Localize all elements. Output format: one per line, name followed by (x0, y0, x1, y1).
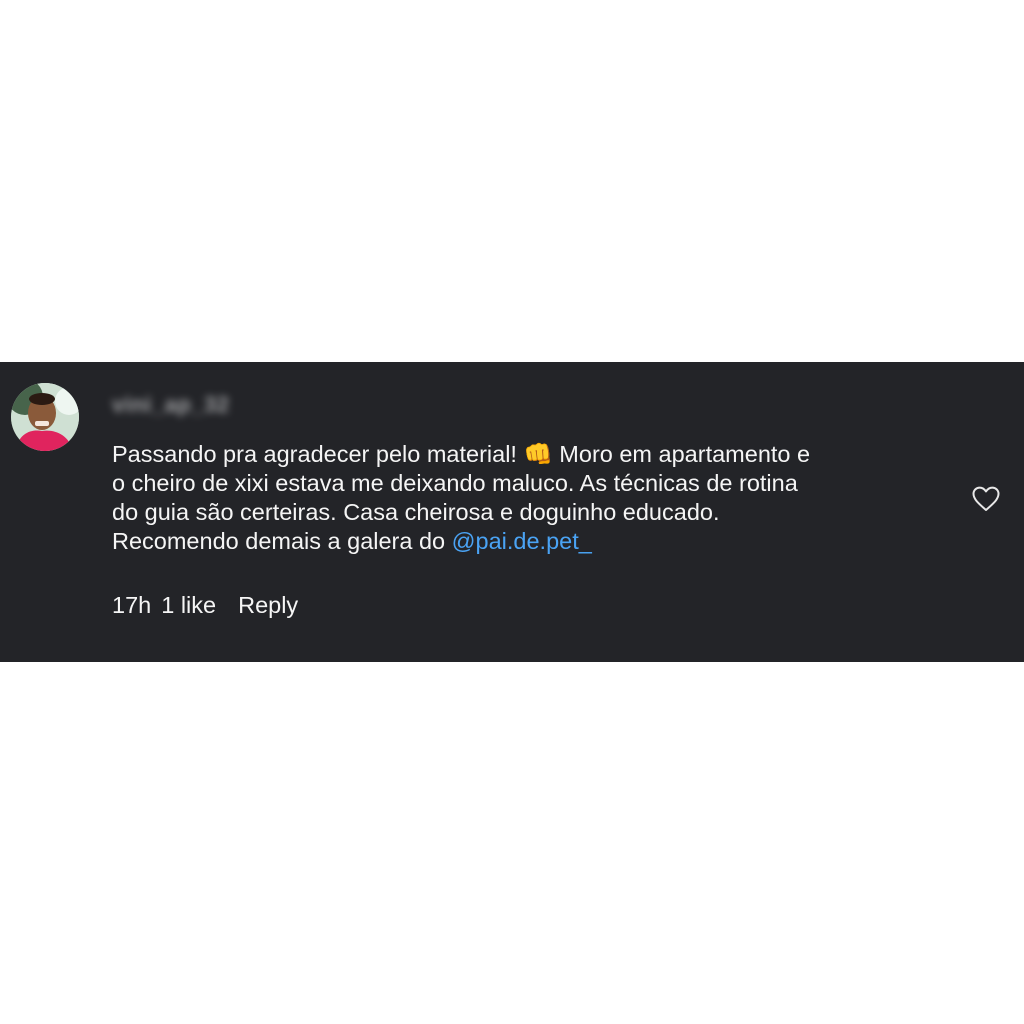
comment-text-part1: Passando pra agradecer pelo material! (112, 441, 524, 467)
like-count[interactable]: 1 like (161, 592, 216, 619)
avatar[interactable] (11, 383, 79, 451)
reply-button[interactable]: Reply (238, 592, 298, 619)
comment-username[interactable]: vini_ap_32 (112, 392, 230, 418)
comment-text: Passando pra agradecer pelo material! 👊 … (112, 440, 812, 556)
heart-outline-icon[interactable] (972, 486, 1000, 512)
comment-meta: 17h 1 like Reply (112, 592, 298, 619)
mention-link[interactable]: @pai.de.pet_ (452, 528, 592, 554)
fist-emoji: 👊 (523, 440, 553, 468)
comment-time: 17h (112, 592, 152, 618)
avatar-image (11, 383, 79, 451)
comment-card: vini_ap_32 Passando pra agradecer pelo m… (0, 362, 1024, 662)
